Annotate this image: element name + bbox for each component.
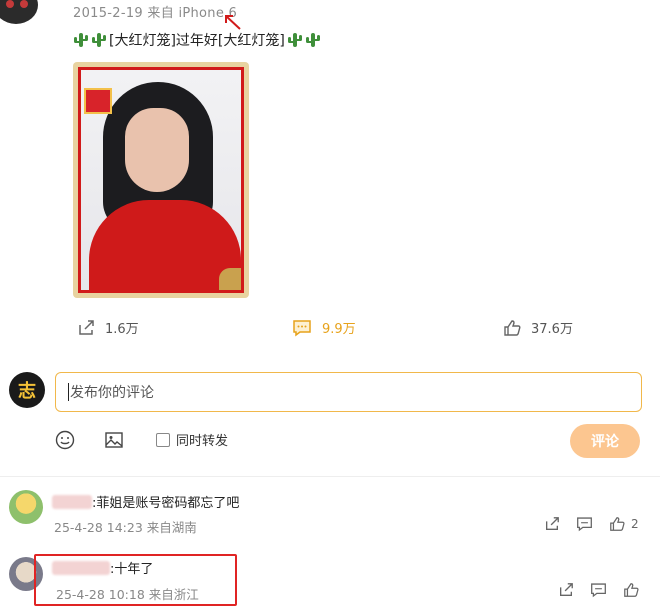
- comment-icon: [293, 319, 311, 336]
- corner-ornament: [219, 268, 241, 290]
- post-meta: 2015-2-19 来自 iPhone 6: [73, 6, 238, 21]
- cactus-icon: [74, 33, 88, 47]
- comment-count: 9.9万: [322, 322, 356, 337]
- like-icon[interactable]: [623, 582, 639, 598]
- like-icon: [610, 517, 625, 531]
- commenter-avatar[interactable]: [9, 490, 43, 524]
- red-arrow-annotation: [225, 15, 241, 30]
- cactus-icon: [287, 33, 302, 47]
- comment-icon[interactable]: [590, 582, 607, 598]
- submit-comment-button[interactable]: 评论: [570, 424, 640, 458]
- post-photo[interactable]: [73, 62, 249, 298]
- image-icon[interactable]: [104, 430, 124, 450]
- repost-checkbox[interactable]: 同时转发: [156, 430, 228, 449]
- share-icon[interactable]: [558, 582, 574, 598]
- comment-toolbar: 2: [544, 516, 639, 532]
- divider: [0, 476, 660, 477]
- share-button[interactable]: 1.6万: [77, 318, 139, 337]
- comment-input[interactable]: 发布你的评论: [55, 372, 642, 412]
- comment-icon[interactable]: [576, 516, 593, 532]
- comment-button[interactable]: 9.9万: [292, 318, 356, 337]
- comment-meta: 25-4-28 14:23 来自湖南: [54, 520, 197, 535]
- repost-label: 同时转发: [176, 434, 229, 449]
- cactus-icon: [92, 33, 106, 47]
- share-icon[interactable]: [544, 516, 560, 532]
- text-caret: [68, 383, 69, 401]
- photo-frame: [78, 67, 244, 293]
- comment-text: :菲姐是账号密码都忘了吧: [92, 496, 240, 511]
- post-text-body: [大红灯笼]过年好[大红灯笼]: [109, 33, 285, 49]
- share-count: 1.6万: [105, 322, 139, 337]
- emoji-icon[interactable]: [55, 430, 75, 450]
- like-button[interactable]: 37.6万: [503, 318, 573, 337]
- comment-like-count: 2: [631, 517, 639, 531]
- cactus-icon: [305, 33, 320, 47]
- like-count: 37.6万: [531, 322, 573, 337]
- blurred-username[interactable]: [52, 494, 92, 509]
- post-text: [大红灯笼]过年好[大红灯笼]: [73, 30, 321, 50]
- red-highlight-box: [34, 554, 237, 606]
- like-icon: [504, 319, 521, 336]
- photo-face: [125, 108, 189, 192]
- comment-like[interactable]: 2: [609, 516, 639, 532]
- checkbox-box[interactable]: [156, 432, 170, 447]
- comment-toolbar: [558, 582, 639, 598]
- share-icon: [79, 319, 94, 335]
- comment-input-placeholder: 发布你的评论: [70, 385, 154, 401]
- author-avatar[interactable]: [0, 0, 38, 24]
- current-user-avatar[interactable]: 志: [9, 372, 45, 408]
- lantern-decoration: [84, 88, 112, 114]
- comment-text-row: :菲姐是账号密码都忘了吧: [52, 492, 239, 511]
